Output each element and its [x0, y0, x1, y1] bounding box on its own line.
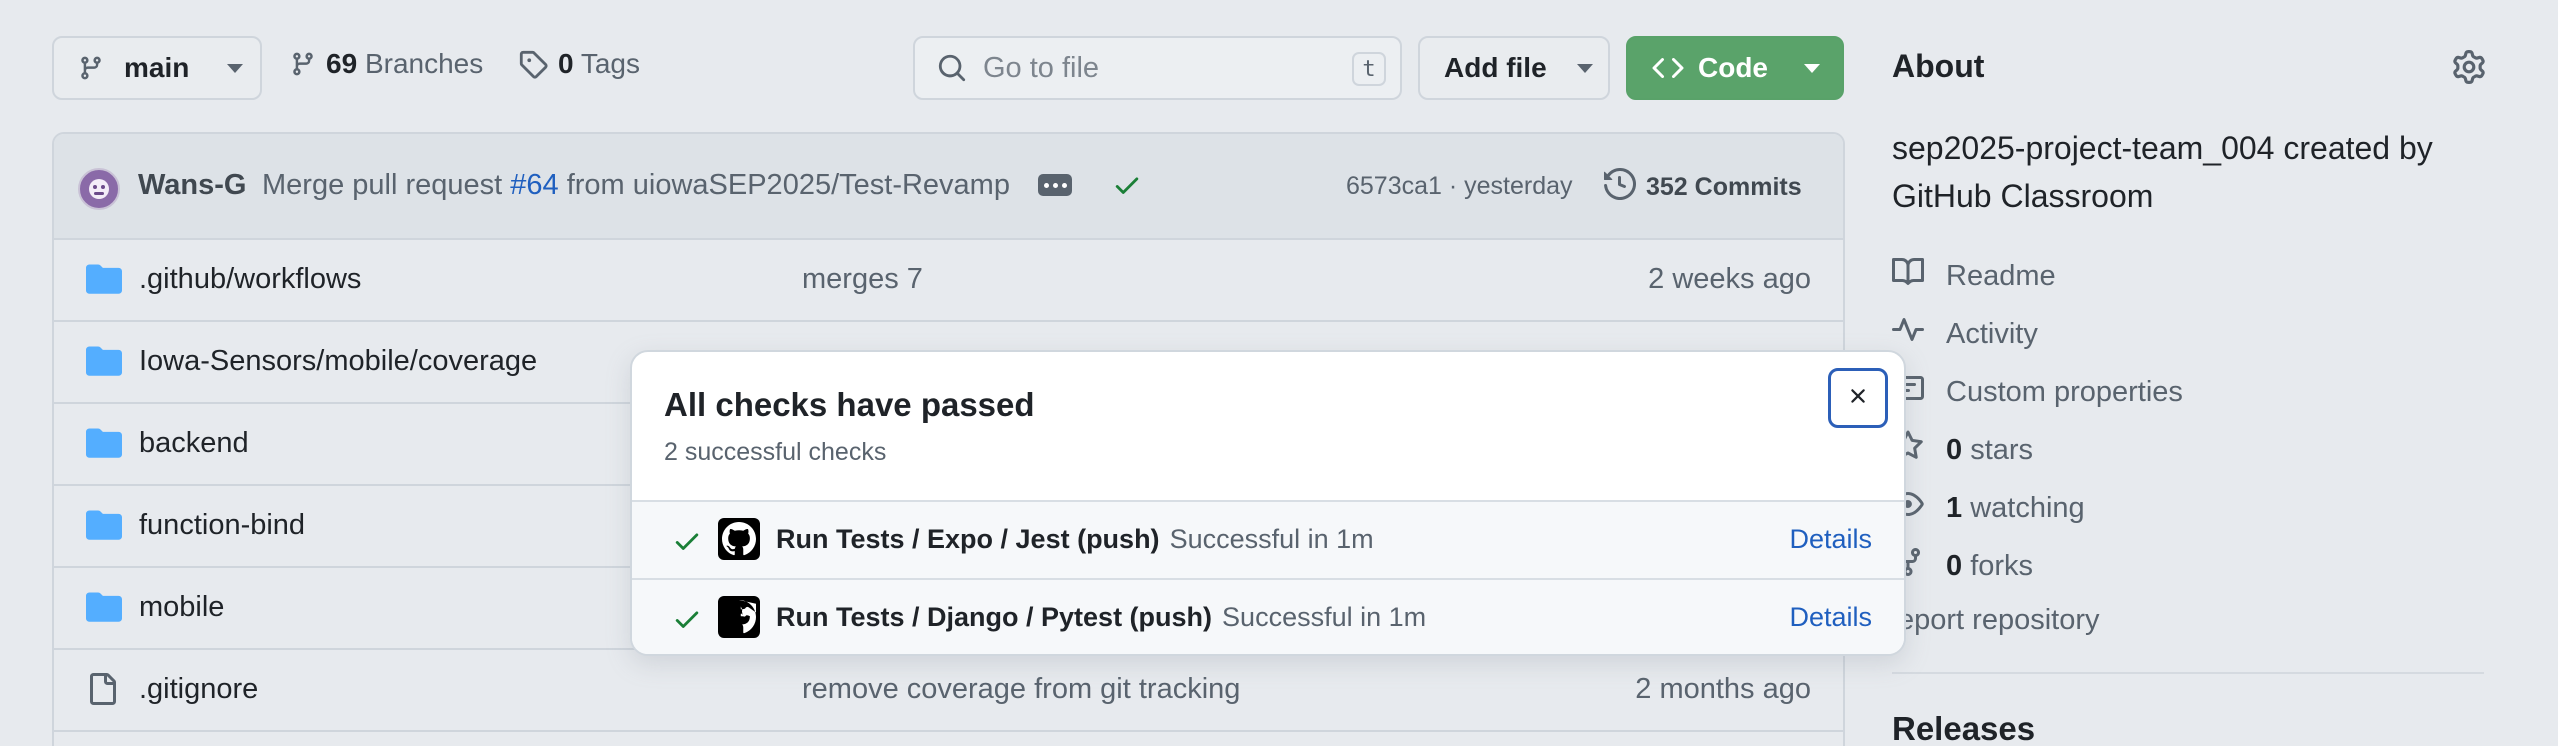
- check-icon: [672, 526, 702, 561]
- checks-popover-subtitle: 2 successful checks: [664, 438, 887, 466]
- check-run-row[interactable]: Run Tests / Django / Pytest (push) Succes…: [632, 578, 1904, 654]
- releases-heading[interactable]: Releases: [1892, 710, 2035, 746]
- readme-label: Readme: [1946, 259, 2056, 292]
- checks-popover: All checks have passed 2 successful chec…: [630, 350, 1906, 656]
- watching-count: 1: [1946, 491, 1963, 524]
- report-label: eport repository: [1898, 604, 2100, 636]
- stars-link[interactable]: 0 stars: [1892, 430, 2033, 470]
- branch-select-button[interactable]: main: [52, 36, 262, 100]
- folder-icon: [86, 262, 122, 299]
- folder-icon: [86, 344, 122, 381]
- commit-author[interactable]: Wans-G: [138, 169, 246, 202]
- search-input[interactable]: [983, 51, 1323, 85]
- git-branch-icon: [290, 49, 316, 79]
- stars-count: 0: [1946, 433, 1963, 466]
- check-status: Successful in 1m: [1169, 524, 1374, 554]
- branches-label: Branches: [364, 48, 484, 79]
- latest-commit-bar: Wans-G Merge pull request #64 from uiowa…: [54, 134, 1843, 240]
- code-label: Code: [1698, 52, 1768, 83]
- check-name-text: Run Tests / Expo / Jest (push): [776, 524, 1160, 554]
- file-name[interactable]: .gitignore: [139, 673, 258, 706]
- pulse-icon: [1892, 314, 1924, 354]
- commit-message-suffix: from uiowaSEP2025/Test-Revamp: [566, 169, 1010, 201]
- folder-icon: [86, 590, 122, 627]
- report-repository-link[interactable]: eport repository: [1898, 604, 2100, 637]
- add-file-button[interactable]: Add file: [1418, 36, 1610, 100]
- check-name: Run Tests / Expo / Jest (push) Successful…: [776, 524, 1374, 555]
- branch-name: main: [124, 52, 190, 83]
- github-actions-icon: [718, 596, 760, 638]
- history-icon: [1604, 167, 1637, 207]
- checks-popover-title: All checks have passed: [664, 386, 1035, 423]
- check-name: Run Tests / Django / Pytest (push) Succes…: [776, 602, 1426, 633]
- chevron-down-icon: [1804, 63, 1820, 73]
- book-icon: [1892, 256, 1925, 296]
- commits-count: 352 Commits: [1646, 173, 1802, 201]
- file-name[interactable]: .github/workflows: [139, 263, 361, 296]
- details-link[interactable]: Details: [1789, 524, 1872, 555]
- file-commit-message[interactable]: remove coverage from git tracking: [802, 673, 1240, 706]
- close-icon: [1846, 384, 1870, 413]
- close-button[interactable]: [1828, 368, 1888, 428]
- branches-link[interactable]: 69 Branches: [290, 48, 483, 80]
- tags-link[interactable]: 0 Tags: [518, 48, 640, 80]
- sidebar-divider: [1892, 672, 2484, 674]
- folder-icon: [86, 426, 122, 463]
- forks-label: forks: [1970, 549, 2034, 582]
- avatar[interactable]: [78, 168, 120, 210]
- watching-label: watching: [1970, 491, 2085, 524]
- git-branch-icon: [78, 53, 104, 83]
- custom-properties-label: Custom properties: [1946, 375, 2183, 408]
- watching-link[interactable]: 1 watching: [1892, 488, 2085, 528]
- details-link[interactable]: Details: [1789, 602, 1872, 633]
- check-status-icon[interactable]: [1112, 170, 1142, 205]
- commit-message[interactable]: Merge pull request #64 from uiowaSEP2025…: [262, 169, 1010, 202]
- file-row[interactable]: .github/workflows merges 7 2 weeks ago: [54, 240, 1843, 322]
- tags-count: 0: [558, 48, 574, 79]
- stars-label: stars: [1970, 433, 2034, 466]
- pull-request-link[interactable]: #64: [510, 169, 558, 201]
- github-actions-icon: [718, 518, 760, 560]
- file-name[interactable]: mobile: [139, 591, 224, 624]
- go-to-file-search[interactable]: t: [913, 36, 1402, 100]
- search-icon: [937, 53, 967, 83]
- readme-link[interactable]: Readme: [1892, 256, 2056, 296]
- repo-description: sep2025-project-team_004 created by GitH…: [1892, 130, 2433, 214]
- commit-message-prefix: Merge pull request: [262, 169, 503, 201]
- forks-link[interactable]: 0 forks: [1892, 546, 2033, 586]
- keyboard-shortcut-hint: t: [1352, 52, 1386, 86]
- chevron-down-icon: [227, 63, 244, 73]
- custom-properties-link[interactable]: Custom properties: [1892, 372, 2183, 412]
- check-status: Successful in 1m: [1222, 602, 1427, 632]
- branches-count: 69: [326, 48, 358, 79]
- activity-label: Activity: [1946, 317, 2038, 350]
- check-name-text: Run Tests / Django / Pytest (push): [776, 602, 1213, 632]
- chevron-down-icon: [1576, 63, 1593, 73]
- tag-icon: [518, 49, 548, 79]
- commits-link[interactable]: 352 Commits: [1604, 167, 1802, 207]
- file-name[interactable]: function-bind: [139, 509, 305, 542]
- add-file-label: Add file: [1444, 52, 1547, 83]
- file-date: 2 weeks ago: [1648, 263, 1811, 295]
- check-icon: [672, 604, 702, 639]
- file-date: 2 months ago: [1635, 673, 1811, 705]
- file-row[interactable]: .gitignore remove coverage from git trac…: [54, 650, 1843, 732]
- folder-icon: [86, 508, 122, 545]
- file-name[interactable]: Iowa-Sensors/mobile/coverage: [139, 345, 537, 378]
- check-run-row[interactable]: Run Tests / Expo / Jest (push) Successful…: [632, 500, 1904, 578]
- file-icon: [86, 672, 118, 711]
- file-commit-message[interactable]: merges 7: [802, 263, 923, 296]
- code-button[interactable]: Code: [1626, 36, 1844, 100]
- forks-count: 0: [1946, 549, 1963, 582]
- about-heading: About: [1892, 48, 1985, 84]
- activity-link[interactable]: Activity: [1892, 314, 2038, 354]
- expand-commit-message-button[interactable]: [1038, 174, 1072, 196]
- commit-sha-time[interactable]: 6573ca1 · yesterday: [1346, 172, 1573, 201]
- code-icon: [1652, 52, 1684, 84]
- tags-label: Tags: [580, 48, 641, 79]
- gear-icon[interactable]: [2452, 50, 2486, 89]
- file-name[interactable]: backend: [139, 427, 249, 460]
